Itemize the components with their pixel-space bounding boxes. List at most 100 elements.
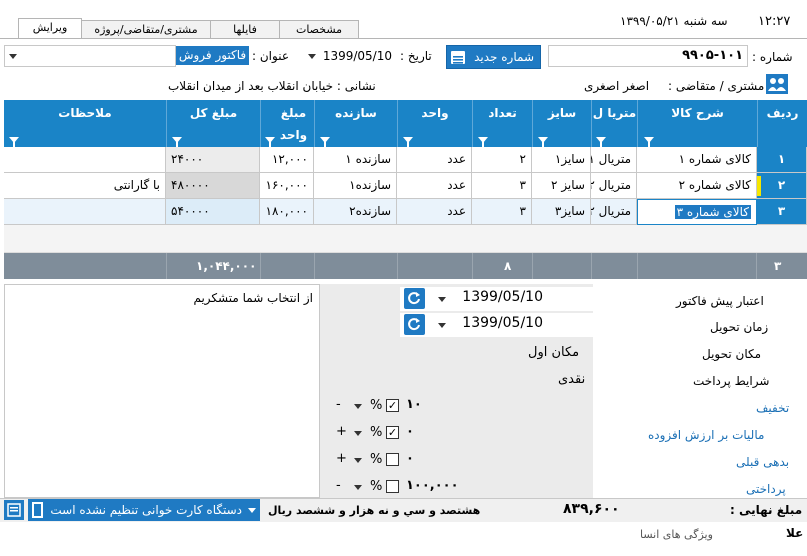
chevron-down-icon[interactable] bbox=[354, 431, 362, 436]
cell-desc[interactable]: کالای شماره ۲ bbox=[637, 173, 757, 199]
filter-icon[interactable] bbox=[9, 137, 19, 147]
tab-edit[interactable]: ویرایش bbox=[18, 18, 82, 39]
cell-size[interactable]: سایز ۲ bbox=[532, 173, 591, 199]
filter-icon[interactable] bbox=[265, 137, 275, 147]
plus-button[interactable]: + bbox=[336, 451, 347, 466]
cell-unit-price[interactable]: ۱۸۰,۰۰۰ bbox=[260, 199, 314, 225]
refresh-icon[interactable] bbox=[404, 314, 425, 335]
chevron-down-icon[interactable] bbox=[308, 54, 316, 59]
col-header-material[interactable]: متریا ل bbox=[591, 100, 637, 147]
table-row[interactable]: ۱ کالای شماره ۱ متریال ۱ سایز۱ ۲ عدد ساز… bbox=[4, 147, 807, 173]
filter-icon[interactable] bbox=[320, 137, 330, 147]
cell-unit[interactable]: عدد bbox=[397, 147, 472, 173]
cell-material[interactable]: متریال ۲ bbox=[591, 173, 637, 199]
cell-material[interactable]: متریال ۲ bbox=[591, 199, 637, 225]
col-header-notes[interactable]: ملاحظات bbox=[4, 100, 166, 147]
cell-maker[interactable]: سازنده ۱ bbox=[314, 147, 397, 173]
col-header-total[interactable]: مبلغ کل bbox=[166, 100, 260, 147]
title-select-value[interactable]: فاکتور فروش bbox=[176, 46, 249, 65]
chevron-down-icon[interactable] bbox=[354, 485, 362, 490]
title-combo[interactable] bbox=[4, 45, 176, 67]
vat-value[interactable]: ۰ bbox=[406, 424, 414, 439]
tab-specs[interactable]: مشخصات bbox=[279, 20, 359, 38]
cell-size[interactable]: سایز۱ bbox=[532, 147, 591, 173]
delivery-date-field[interactable]: 1399/05/10 bbox=[400, 313, 593, 337]
payment-label[interactable]: پرداختی bbox=[746, 482, 786, 496]
chevron-down-icon[interactable] bbox=[438, 323, 446, 328]
grid-footer: ۳ ۸ ۱,۰۴۴,۰۰۰ bbox=[4, 253, 807, 279]
vat-percent-checkbox[interactable]: ✓ bbox=[386, 426, 399, 439]
filter-icon[interactable] bbox=[644, 137, 654, 147]
discount-percent-checkbox[interactable]: ✓ bbox=[386, 399, 399, 412]
cell-unit-price[interactable]: ۱۶۰,۰۰۰ bbox=[260, 173, 314, 199]
cell-desc-editing[interactable]: کالای شماره ۳ bbox=[637, 199, 757, 225]
cell-unit[interactable]: عدد bbox=[397, 199, 472, 225]
cell-unit[interactable]: عدد bbox=[397, 173, 472, 199]
minus-button[interactable]: - bbox=[336, 478, 341, 493]
notes-panel[interactable]: از انتخاب شما متشکریم bbox=[4, 284, 320, 498]
cell-desc[interactable]: کالای شماره ۱ bbox=[637, 147, 757, 173]
prior-debt-row: + % ۰ bbox=[332, 450, 452, 472]
chevron-down-icon[interactable] bbox=[354, 404, 362, 409]
new-number-button[interactable]: شماره جدید bbox=[446, 45, 541, 69]
cell-unit-price[interactable]: ۱۲,۰۰۰ bbox=[260, 147, 314, 173]
customer-icon[interactable] bbox=[766, 74, 788, 94]
number-field[interactable]: ۹۹۰۵-۱۰۱ bbox=[548, 45, 748, 67]
vat-label[interactable]: مالیات بر ارزش افزوده bbox=[648, 428, 764, 442]
cell-notes[interactable] bbox=[4, 199, 166, 225]
col-header-desc[interactable]: شرح کالا bbox=[637, 100, 757, 147]
percent-sign: % bbox=[370, 398, 383, 413]
cell-maker[interactable]: سازنده۲ bbox=[314, 199, 397, 225]
minus-button[interactable]: - bbox=[336, 397, 341, 412]
col-header-row[interactable]: ردیف bbox=[757, 100, 807, 147]
chevron-down-icon[interactable] bbox=[9, 54, 17, 59]
cell-material[interactable]: متریال ۱ bbox=[591, 147, 637, 173]
filter-icon[interactable] bbox=[596, 137, 606, 147]
prior-debt-label[interactable]: بدهی قبلی bbox=[736, 455, 789, 469]
validity-date-field[interactable]: 1399/05/10 bbox=[400, 287, 593, 311]
grid-body: ۱ کالای شماره ۱ متریال ۱ سایز۱ ۲ عدد ساز… bbox=[4, 147, 807, 225]
chevron-down-icon[interactable] bbox=[248, 508, 256, 513]
cell-qty[interactable]: ۳ bbox=[472, 173, 532, 199]
payment-terms-value[interactable]: نقدی bbox=[558, 372, 585, 387]
cell-maker[interactable]: سازنده۱ bbox=[314, 173, 397, 199]
cell-qty[interactable]: ۳ bbox=[472, 199, 532, 225]
discount-value[interactable]: ۱۰ bbox=[406, 397, 422, 412]
date-field[interactable]: 1399/05/10 bbox=[302, 45, 396, 67]
col-header-maker[interactable]: سازنده bbox=[314, 100, 397, 147]
filter-icon[interactable] bbox=[403, 137, 413, 147]
cell-size[interactable]: سایز۳ bbox=[532, 199, 591, 225]
list-icon[interactable] bbox=[4, 500, 24, 520]
payment-row: - % ۱۰۰,۰۰۰ bbox=[332, 477, 472, 499]
filter-icon[interactable] bbox=[538, 137, 548, 147]
percent-sign: % bbox=[370, 452, 383, 467]
chevron-down-icon[interactable] bbox=[438, 297, 446, 302]
footer-count: ۳ bbox=[774, 259, 782, 273]
filter-icon[interactable] bbox=[172, 137, 182, 147]
cell-total: ۲۴۰۰۰ bbox=[166, 147, 260, 173]
customer-value[interactable]: اصغر اصغری bbox=[584, 79, 649, 93]
col-header-unit[interactable]: واحد bbox=[397, 100, 472, 147]
table-row-selected[interactable]: ۳ کالای شماره ۳ متریال ۲ سایز۳ ۳ عدد ساز… bbox=[4, 199, 807, 225]
refresh-icon[interactable] bbox=[404, 288, 425, 309]
tab-files[interactable]: فایلها bbox=[210, 20, 280, 38]
col-header-qty[interactable]: تعداد bbox=[472, 100, 532, 147]
table-row[interactable]: ۲ کالای شماره ۲ متریال ۲ سایز ۲ ۳ عدد سا… bbox=[4, 173, 807, 199]
tab-divider bbox=[0, 38, 807, 39]
chevron-down-icon[interactable] bbox=[354, 458, 362, 463]
cell-qty[interactable]: ۲ bbox=[472, 147, 532, 173]
col-header-unit-price[interactable]: مبلغ واحد bbox=[260, 100, 314, 147]
filter-icon[interactable] bbox=[478, 137, 488, 147]
cell-notes[interactable]: با گارانتی bbox=[4, 173, 166, 199]
payment-value[interactable]: ۱۰۰,۰۰۰ bbox=[406, 478, 459, 493]
cell-notes[interactable] bbox=[4, 147, 166, 173]
delivery-place-value[interactable]: مکان اول bbox=[528, 345, 579, 360]
plus-button[interactable]: + bbox=[336, 424, 347, 439]
prior-debt-value[interactable]: ۰ bbox=[406, 451, 414, 466]
payment-percent-checkbox[interactable] bbox=[386, 480, 399, 493]
prior-debt-percent-checkbox[interactable] bbox=[386, 453, 399, 466]
card-reader-select[interactable]: دستگاه کارت خوانی تنظیم نشده است bbox=[28, 499, 260, 521]
tab-customer-project[interactable]: مشتری/متقاضی/پروژه bbox=[81, 20, 211, 38]
discount-label[interactable]: تخفیف bbox=[756, 401, 789, 415]
col-header-size[interactable]: سایز bbox=[532, 100, 591, 147]
